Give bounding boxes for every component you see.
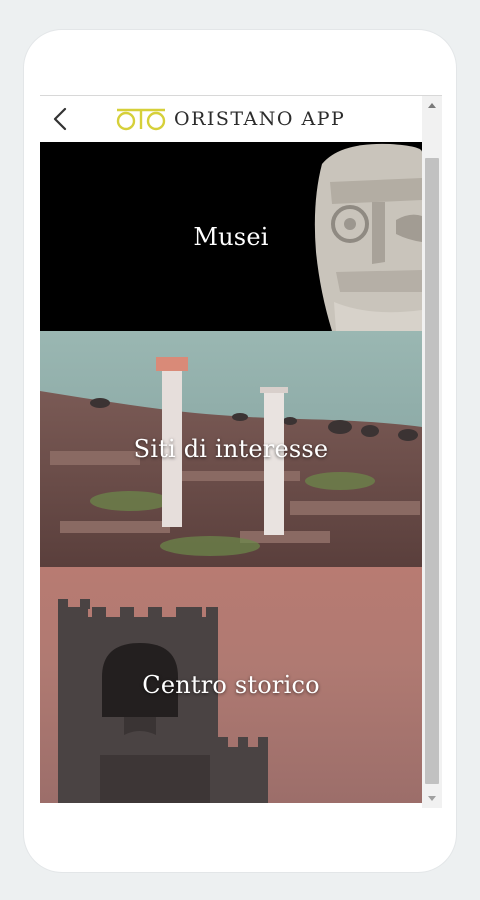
scroll-thumb[interactable] bbox=[425, 158, 439, 784]
back-chevron-icon[interactable] bbox=[48, 106, 74, 132]
app-title: Oristano App bbox=[174, 108, 346, 130]
brand: Oristano App bbox=[116, 104, 345, 134]
scrollbar[interactable] bbox=[422, 96, 442, 808]
category-list: Musei Siti di interesse Centro storico bbox=[40, 142, 422, 803]
tile-siti-di-interesse[interactable]: Siti di interesse bbox=[40, 331, 422, 567]
tile-label-siti: Siti di interesse bbox=[133, 435, 329, 463]
tile-label-musei: Musei bbox=[193, 222, 269, 251]
tile-centro-storico[interactable]: Centro storico bbox=[40, 567, 422, 803]
oto-logo-icon bbox=[116, 108, 166, 131]
app-header: Oristano App bbox=[40, 96, 422, 142]
tile-label-centro: Centro storico bbox=[142, 671, 320, 699]
scroll-down-arrow-icon[interactable] bbox=[428, 796, 436, 801]
scroll-up-arrow-icon[interactable] bbox=[428, 103, 436, 108]
app-screen: Oristano App Musei bbox=[40, 95, 442, 808]
tile-musei[interactable]: Musei bbox=[40, 142, 422, 331]
